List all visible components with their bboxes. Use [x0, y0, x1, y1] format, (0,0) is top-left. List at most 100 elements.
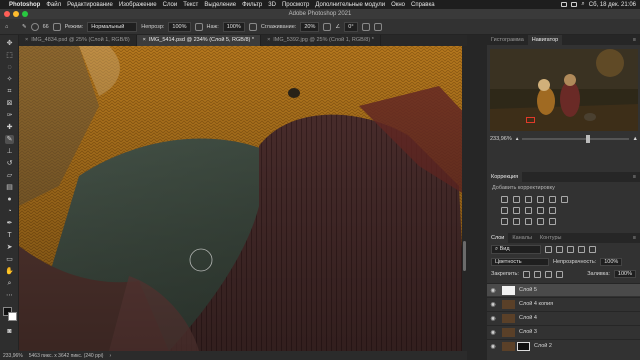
layer-row[interactable]: ◉ Слой 2 [487, 339, 640, 352]
tab-histogram[interactable]: Гистограмма [487, 35, 528, 45]
eraser-tool-icon[interactable]: ▱ [5, 171, 14, 180]
search-icon[interactable]: ⌕ [581, 1, 584, 8]
tab-corrections[interactable]: Коррекция [487, 172, 523, 182]
history-brush-tool-icon[interactable]: ↺ [5, 159, 14, 168]
frame-tool-icon[interactable]: ⊠ [5, 99, 14, 108]
black-white-icon[interactable] [513, 207, 520, 214]
layer-name[interactable]: Слой 5 [519, 287, 537, 293]
menu-select[interactable]: Выделение [201, 2, 239, 8]
curves-icon[interactable] [525, 196, 532, 203]
gradient-map-icon[interactable] [537, 218, 544, 225]
menu-plugins[interactable]: Дополнительные модули [312, 2, 388, 8]
navigator-thumbnail[interactable] [490, 49, 638, 131]
more-tools-icon[interactable]: ⋯ [5, 291, 14, 300]
minimize-window-button[interactable] [13, 11, 19, 17]
dodge-tool-icon[interactable]: ◔ [5, 207, 14, 216]
opacity-input[interactable]: 100% [168, 21, 191, 32]
brush-size-value[interactable]: 66 [43, 24, 49, 30]
layer-row[interactable]: ◉ Слой 4 [487, 311, 640, 324]
menu-file[interactable]: Файл [43, 2, 64, 8]
menu-view[interactable]: Просмотр [279, 2, 312, 8]
fill-input[interactable]: 100% [613, 270, 636, 278]
angle-input[interactable]: 0° [344, 21, 358, 32]
hue-saturation-icon[interactable] [561, 196, 568, 203]
smoothing-input[interactable]: 20% [300, 21, 320, 32]
pressure-size-icon[interactable] [361, 22, 370, 31]
eye-icon[interactable]: ◉ [487, 343, 499, 350]
color-balance-icon[interactable] [501, 207, 508, 214]
menu-window[interactable]: Окно [388, 2, 408, 8]
menu-filter[interactable]: Фильтр [239, 2, 265, 8]
filter-shape-icon[interactable] [578, 246, 585, 253]
lock-transparency-icon[interactable] [522, 270, 530, 278]
zoom-window-button[interactable] [22, 11, 28, 17]
menu-edit[interactable]: Редактирование [64, 2, 116, 8]
photo-filter-icon[interactable] [525, 207, 532, 214]
path-select-tool-icon[interactable]: ➤ [5, 243, 14, 252]
navigator-view-box[interactable] [526, 117, 535, 123]
brush-tool-icon[interactable]: ✎ [5, 135, 14, 144]
tab-close-icon[interactable]: × [25, 35, 28, 46]
tab-document-2[interactable]: × IMG_5414.psd @ 234% (Слой 5, RGB/8) * [136, 35, 262, 46]
shape-tool-icon[interactable]: ▭ [5, 255, 14, 264]
brush-preset-picker[interactable] [30, 22, 39, 31]
flow-input[interactable]: 100% [222, 21, 245, 32]
exposure-icon[interactable] [537, 196, 544, 203]
gear-icon[interactable] [323, 22, 332, 31]
angle-icon[interactable]: ∠ [335, 24, 340, 30]
lock-all-icon[interactable] [555, 270, 563, 278]
zoom-tool-icon[interactable]: ⌕ [5, 279, 14, 288]
blur-tool-icon[interactable]: ● [5, 195, 14, 204]
scrollbar-thumb[interactable] [463, 241, 466, 271]
filter-smart-icon[interactable] [589, 246, 596, 253]
eye-icon[interactable]: ◉ [487, 301, 499, 308]
tab-document-1[interactable]: × IMG_4834.psd @ 25% (Слой 1, RGB/8) [19, 35, 137, 46]
clone-stamp-tool-icon[interactable]: ⊥ [5, 147, 14, 156]
zoom-out-icon[interactable]: ▴ [516, 136, 519, 142]
eye-icon[interactable]: ◉ [487, 329, 499, 336]
type-tool-icon[interactable]: T [5, 231, 14, 240]
panel-menu-icon[interactable]: ≡ [633, 235, 640, 241]
layer-name[interactable]: Слой 4 [519, 315, 537, 321]
clock[interactable]: Сб, 18 дек. 21:06 [589, 2, 636, 8]
vibrance-icon[interactable] [549, 196, 556, 203]
color-lookup-icon[interactable] [549, 207, 556, 214]
wifi-icon[interactable] [561, 2, 568, 7]
selective-color-icon[interactable] [549, 218, 556, 225]
layer-opacity-input[interactable]: 100% [600, 258, 623, 266]
layer-row[interactable]: ◉ Слой 3 [487, 325, 640, 338]
quick-mask-icon[interactable]: ◙ [5, 327, 14, 336]
status-zoom[interactable]: 233,96% [3, 353, 23, 359]
filter-adjustment-icon[interactable] [556, 246, 563, 253]
menu-help[interactable]: Справка [408, 2, 438, 8]
layer-mask-thumbnail[interactable] [517, 341, 530, 351]
navigator-zoom-value[interactable]: 233,96% [490, 136, 512, 142]
tab-navigator[interactable]: Навигатор [527, 35, 563, 45]
symmetry-icon[interactable] [373, 22, 382, 31]
airbrush-icon[interactable] [248, 22, 257, 31]
gradient-tool-icon[interactable]: ▤ [5, 183, 14, 192]
layer-row[interactable]: ◉ Слой 4 копия [487, 297, 640, 310]
tab-channels[interactable]: Каналы [508, 233, 536, 243]
menu-text[interactable]: Текст [180, 2, 201, 8]
tab-close-icon[interactable]: × [143, 35, 146, 46]
levels-icon[interactable] [513, 196, 520, 203]
layer-row[interactable]: ◉ Слой 5 [487, 283, 640, 296]
pen-tool-icon[interactable]: ✒ [5, 219, 14, 228]
lock-pixels-icon[interactable] [533, 270, 541, 278]
background-color-swatch[interactable] [8, 312, 17, 321]
mode-select[interactable]: Нормальный [87, 21, 138, 32]
filter-type-icon[interactable] [567, 246, 574, 253]
brightness-icon[interactable] [501, 196, 508, 203]
tab-close-icon[interactable]: × [267, 35, 270, 46]
eye-icon[interactable]: ◉ [487, 287, 499, 294]
chevron-right-icon[interactable]: › [109, 353, 111, 359]
quick-select-tool-icon[interactable]: ✧ [5, 75, 14, 84]
brush-icon[interactable]: ✎ [22, 24, 27, 30]
invert-icon[interactable] [501, 218, 508, 225]
eye-icon[interactable]: ◉ [487, 315, 499, 322]
menu-photoshop[interactable]: Photoshop [6, 2, 43, 8]
tab-layers[interactable]: Слои [487, 233, 509, 243]
battery-icon[interactable] [571, 2, 578, 7]
eyedropper-tool-icon[interactable]: ✑ [5, 111, 14, 120]
